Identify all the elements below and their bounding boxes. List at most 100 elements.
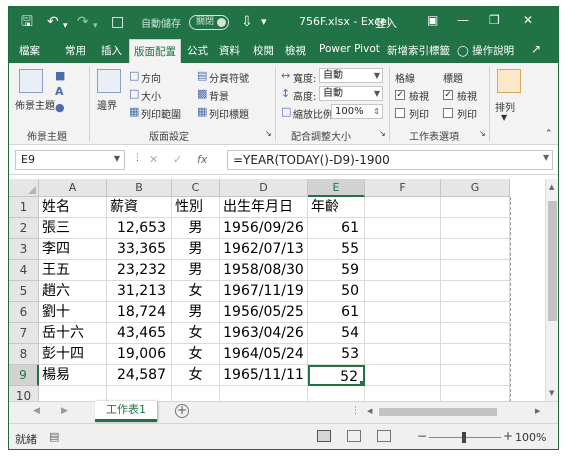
cell-f9[interactable] <box>365 365 441 386</box>
cancel-icon[interactable]: ✕ <box>149 153 158 166</box>
cell-d3[interactable]: 1962/07/13 <box>220 239 308 260</box>
cell-b5[interactable]: 31,213 <box>107 281 172 302</box>
print-area-button[interactable]: 列印範圍 <box>141 106 181 121</box>
row-header-6[interactable]: 6 <box>9 302 39 323</box>
tab-split-icon[interactable]: ⋮ <box>351 406 360 416</box>
restore-icon[interactable]: ❐ <box>489 13 500 27</box>
row-header-4[interactable]: 4 <box>9 260 39 281</box>
cell-a2[interactable]: 張三 <box>39 218 107 239</box>
scale-spinner[interactable]: 100% ⇕ <box>331 104 383 119</box>
cell-f8[interactable] <box>365 344 441 365</box>
row-header-8[interactable]: 8 <box>9 344 39 365</box>
cell-e3[interactable]: 55 <box>308 239 365 260</box>
cell-e9[interactable]: 52 <box>308 365 365 386</box>
width-dropdown[interactable]: 自動 ▼ <box>319 68 383 83</box>
cell-d9[interactable]: 1965/11/11 <box>220 365 308 386</box>
cell-d6[interactable]: 1956/05/25 <box>220 302 308 323</box>
themes-icon[interactable] <box>19 69 43 93</box>
cell-b1[interactable]: 薪資 <box>107 197 172 218</box>
row-header-7[interactable]: 7 <box>9 323 39 344</box>
cell-b7[interactable]: 43,465 <box>107 323 172 344</box>
cell-g8[interactable] <box>441 344 510 365</box>
cell-e4[interactable]: 59 <box>308 260 365 281</box>
undo-icon[interactable]: ↶ <box>47 13 59 31</box>
cell-b6[interactable]: 18,724 <box>107 302 172 323</box>
tab-review[interactable]: 校閱 <box>253 43 274 58</box>
tab-file[interactable]: 檔案 <box>19 43 40 58</box>
normal-view-icon[interactable] <box>317 430 331 442</box>
cell-a8[interactable]: 彭十四 <box>39 344 107 365</box>
tab-insert[interactable]: 插入 <box>101 43 122 58</box>
scale-launcher-icon[interactable]: ↘ <box>379 129 386 138</box>
zoom-slider-handle[interactable] <box>462 432 466 443</box>
cell-f7[interactable] <box>365 323 441 344</box>
chevron-down-icon[interactable]: ▼ <box>501 113 507 122</box>
cell-g1[interactable] <box>441 197 510 218</box>
cell-a5[interactable]: 趙六 <box>39 281 107 302</box>
cell-c2[interactable]: 男 <box>172 218 220 239</box>
cell-d1[interactable]: 出生年月日 <box>220 197 308 218</box>
scroll-down-icon[interactable]: ▼ <box>549 389 554 397</box>
column-header-g[interactable]: G <box>441 179 510 197</box>
horizontal-scrollbar[interactable]: ◀ ▶ <box>365 407 545 417</box>
page-layout-view-icon[interactable] <box>347 430 361 442</box>
headings-view-checkbox[interactable]: ✓ <box>443 90 453 100</box>
new-file-icon[interactable]: □ <box>111 13 124 31</box>
redo-dropdown-icon[interactable]: ▾ <box>93 17 98 35</box>
sheet-tab-active[interactable]: 工作表1 <box>95 401 157 422</box>
cell-c6[interactable]: 男 <box>172 302 220 323</box>
cell-c7[interactable]: 女 <box>172 323 220 344</box>
cell-e7[interactable]: 54 <box>308 323 365 344</box>
background-button[interactable]: 背景 <box>209 88 229 103</box>
cell-b4[interactable]: 23,232 <box>107 260 172 281</box>
row-header-9[interactable]: 9 <box>9 365 39 386</box>
cell-d2[interactable]: 1956/09/26 <box>220 218 308 239</box>
vertical-scrollbar[interactable]: ▲ ▼ <box>545 179 558 401</box>
save-icon[interactable]: 🖫 <box>21 13 33 31</box>
column-header-f[interactable]: F <box>365 179 441 197</box>
cell-g7[interactable] <box>441 323 510 344</box>
touch-mode-icon[interactable]: ⇩ <box>241 13 253 31</box>
cell-c3[interactable]: 男 <box>172 239 220 260</box>
cell-f1[interactable] <box>365 197 441 218</box>
column-header-e[interactable]: E <box>308 179 365 197</box>
margins-icon[interactable] <box>97 69 121 93</box>
themes-button[interactable]: 佈景主題 <box>15 97 55 112</box>
tab-data[interactable]: 資料 <box>219 43 240 58</box>
scroll-right-icon[interactable]: ▶ <box>535 407 540 415</box>
column-header-b[interactable]: B <box>107 179 172 197</box>
share-icon[interactable]: ↗ <box>531 42 541 56</box>
cell-a4[interactable]: 王五 <box>39 260 107 281</box>
next-sheet-icon[interactable]: ▶ <box>61 406 68 416</box>
breaks-button[interactable]: 分頁符號 <box>209 70 249 85</box>
scroll-up-icon[interactable]: ▲ <box>549 183 554 191</box>
row-header-1[interactable]: 1 <box>9 197 39 218</box>
tell-me[interactable]: ◯ 操作說明 <box>457 43 514 58</box>
cell-e6[interactable]: 61 <box>308 302 365 323</box>
column-header-c[interactable]: C <box>172 179 220 197</box>
cell-g6[interactable] <box>441 302 510 323</box>
cell-a7[interactable]: 岳十六 <box>39 323 107 344</box>
gridlines-view-checkbox[interactable]: ✓ <box>395 90 405 100</box>
scroll-left-icon[interactable]: ◀ <box>367 407 372 415</box>
cell-b9[interactable]: 24,587 <box>107 365 172 386</box>
page-break-preview-icon[interactable] <box>377 430 391 442</box>
cell-a1[interactable]: 姓名 <box>39 197 107 218</box>
scroll-thumb[interactable] <box>379 408 497 416</box>
tab-power-pivot[interactable]: Power Pivot <box>319 43 380 55</box>
customize-qat-icon[interactable]: ▾ <box>261 13 267 31</box>
cell-g9[interactable] <box>441 365 510 386</box>
minimize-icon[interactable]: — <box>457 13 469 27</box>
headings-print-checkbox[interactable] <box>443 108 453 118</box>
select-all-button[interactable] <box>9 179 39 197</box>
collapse-ribbon-icon[interactable]: ⌃ <box>545 129 553 139</box>
cell-d8[interactable]: 1964/05/24 <box>220 344 308 365</box>
close-icon[interactable]: ✕ <box>523 13 533 27</box>
redo-icon[interactable]: ↷ <box>77 13 89 31</box>
page-setup-launcher-icon[interactable]: ↘ <box>265 129 272 138</box>
print-titles-button[interactable]: 列印標題 <box>209 106 249 121</box>
orientation-button[interactable]: 方向 <box>141 70 161 85</box>
cell-g2[interactable] <box>441 218 510 239</box>
cell-f3[interactable] <box>365 239 441 260</box>
row-header-3[interactable]: 3 <box>9 239 39 260</box>
